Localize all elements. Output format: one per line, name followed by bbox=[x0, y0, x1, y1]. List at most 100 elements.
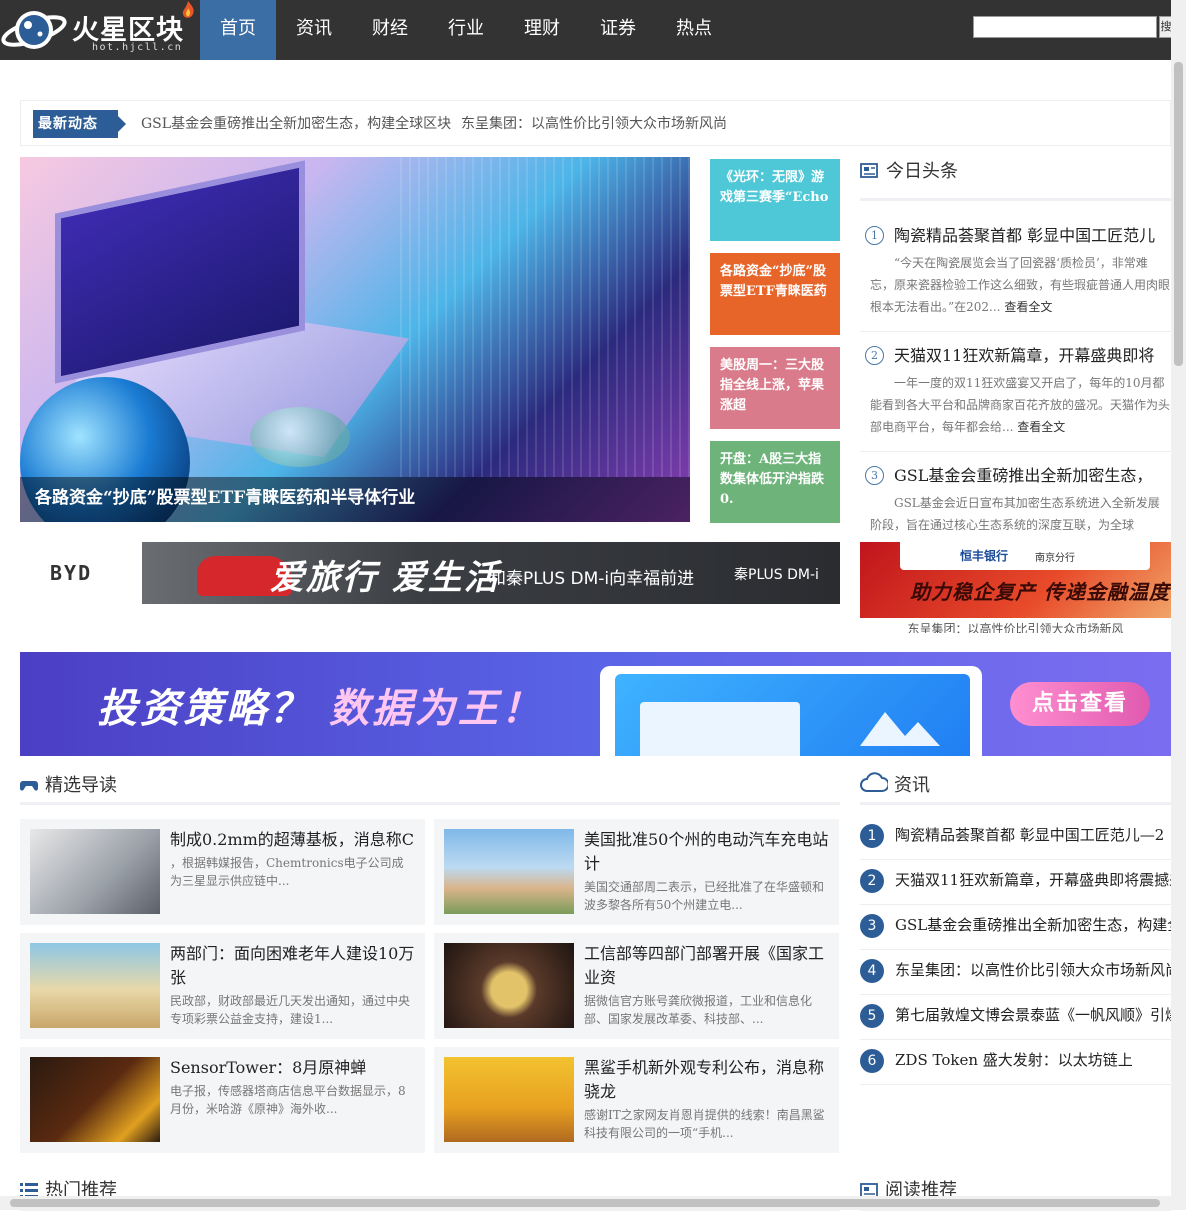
feature-tile[interactable]: 各路资金“抄底”股票型ETF青睐医药 bbox=[710, 253, 840, 335]
nav-item[interactable]: 理财 bbox=[504, 0, 580, 60]
news-title[interactable]: 陶瓷精品荟聚首都 彰显中国工匠范儿—2 bbox=[895, 824, 1164, 845]
vertical-scroll-thumb[interactable] bbox=[1174, 62, 1183, 366]
nav-item[interactable]: 证券 bbox=[580, 0, 656, 60]
ad-brand: 秦PLUS DM-i bbox=[734, 567, 819, 583]
news-list-item[interactable]: 6 ZDS Token 盛大发射：以太坊链上 bbox=[860, 1040, 1171, 1085]
card-title[interactable]: 工信部等四部门部署开展《国家工业资 bbox=[584, 942, 829, 990]
tile-title: 美股周一：三大股指全线上涨，苹果涨超 bbox=[720, 358, 825, 413]
feature-tile[interactable]: 开盘：A股三大指数集体低开沪指跌0. bbox=[710, 441, 840, 523]
today-headlines-header: 今日头条 bbox=[860, 157, 1171, 201]
main-nav: 首页 资讯 财经 行业 理财 证券 热点 bbox=[200, 0, 732, 60]
byd-ad-banner[interactable]: 爱旅行 爱生活 和秦PLUS DM-i向幸福前进 秦PLUS DM-i bbox=[142, 542, 840, 604]
bank-ad-caption[interactable]: 东呈集团：以高性价比引领大众市场新风 bbox=[860, 620, 1171, 633]
bank-branch: 南京分行 bbox=[1035, 553, 1075, 564]
bank-name: 恒丰银行 bbox=[960, 549, 1009, 563]
news-list-item[interactable]: 3 GSL基金会重磅推出全新加密生态，构建全 bbox=[860, 905, 1171, 950]
read-more-link[interactable]: 查看全文 bbox=[1017, 420, 1065, 434]
headline-number: 3 bbox=[865, 466, 884, 485]
card-thumbnail[interactable] bbox=[444, 1057, 574, 1142]
headline-title[interactable]: 陶瓷精品荟聚首都 彰显中国工匠范儿 bbox=[894, 222, 1155, 246]
card-thumbnail[interactable] bbox=[30, 943, 160, 1028]
news-list-item[interactable]: 5 第七届敦煌文博会景泰蓝《一帆风顺》引爆关 bbox=[860, 995, 1171, 1040]
feature-tile[interactable]: 《光环：无限》游戏第三赛季“Echo bbox=[710, 159, 840, 241]
ticker-label: 最新动态 bbox=[33, 110, 126, 138]
card-title[interactable]: SensorTower：8月原神蝉 bbox=[170, 1056, 415, 1080]
news-list-item[interactable]: 4 东呈集团：以高性价比引领大众市场新风尚 bbox=[860, 950, 1171, 995]
card-desc: 民政部，财政部最近几天发出通知，通过中央专项彩票公益金支持，建设1... bbox=[170, 994, 411, 1026]
nav-item[interactable]: 资讯 bbox=[276, 0, 352, 60]
card-title[interactable]: 两部门：面向困难老年人建设10万张 bbox=[170, 942, 415, 990]
newspaper-icon bbox=[860, 163, 878, 178]
feature-tile[interactable]: 美股周一：三大股指全线上涨，苹果涨超 bbox=[710, 347, 840, 429]
card-thumbnail[interactable] bbox=[30, 1057, 160, 1142]
byd-logo-icon: BYD bbox=[50, 561, 92, 585]
section-title: 资讯 bbox=[894, 775, 930, 796]
featured-card[interactable]: 黑鲨手机新外观专利公布，消息称骁龙感谢IT之家网友肖恩肖提供的线索！南昌黑鲨科技… bbox=[434, 1047, 839, 1153]
news-title[interactable]: 东呈集团：以高性价比引领大众市场新风尚 bbox=[895, 959, 1171, 980]
top-navigation-bar: 火星区块 hot.hjcll.cn 首页 资讯 财经 行业 理财 证券 热点 搜 bbox=[0, 0, 1186, 60]
card-thumbnail[interactable] bbox=[444, 943, 574, 1028]
news-list-item[interactable]: 2 天猫双11狂欢新篇章，开幕盛典即将震撼来 bbox=[860, 860, 1171, 905]
hero-image-spheres bbox=[250, 407, 350, 467]
card-title[interactable]: 黑鲨手机新外观专利公布，消息称骁龙 bbox=[584, 1056, 829, 1104]
headline-item[interactable]: 1 陶瓷精品荟聚首都 彰显中国工匠范儿 “今天在陶瓷展览会当了回瓷器‘质检员’，… bbox=[860, 222, 1171, 332]
gamepad-icon bbox=[20, 781, 38, 791]
headline-title[interactable]: 天猫双11狂欢新篇章，开幕盛典即将 bbox=[894, 342, 1154, 366]
search-input[interactable] bbox=[973, 16, 1157, 38]
featured-card[interactable]: 制成0.2mm的超薄基板，消息称C ，根据韩媒报告，Chemtronics电子公司… bbox=[20, 819, 425, 925]
news-title[interactable]: GSL基金会重磅推出全新加密生态，构建全 bbox=[895, 914, 1171, 935]
news-title[interactable]: ZDS Token 盛大发射：以太坊链上 bbox=[895, 1049, 1133, 1070]
site-logo[interactable]: 火星区块 hot.hjcll.cn bbox=[0, 0, 200, 60]
headline-desc: 一年一度的双11狂欢盛宴又开启了，每年的10月都能看到各大平台和品牌商家百花齐放… bbox=[870, 376, 1171, 434]
headline-item[interactable]: 3 GSL基金会重磅推出全新加密生态， GSL基金会近日宣布其加密生态系统进入全… bbox=[860, 462, 1171, 540]
nav-item[interactable]: 行业 bbox=[428, 0, 504, 60]
featured-header: 精选导读 bbox=[20, 769, 840, 805]
bank-ad-banner[interactable]: 恒丰银行 南京分行 助力稳企复产 传递金融温度 bbox=[860, 542, 1171, 618]
nav-item[interactable]: 热点 bbox=[656, 0, 732, 60]
headline-desc: “今天在陶瓷展览会当了回瓷器‘质检员’，非常难忘，原来瓷器检验工作这么细致，有些… bbox=[870, 256, 1171, 314]
ticker-item[interactable]: GSL基金会重磅推出全新加密生态，构建全球区块 bbox=[141, 113, 451, 133]
news-number: 3 bbox=[860, 914, 884, 938]
news-number: 5 bbox=[860, 1004, 884, 1028]
news-list-item[interactable]: 1 陶瓷精品荟聚首都 彰显中国工匠范儿—2 bbox=[860, 815, 1171, 860]
tile-title: 《光环：无限》游戏第三赛季“Echo bbox=[720, 170, 829, 205]
card-desc: 感谢IT之家网友肖恩肖提供的线索！南昌黑鲨科技有限公司的一项“手机... bbox=[584, 1108, 825, 1140]
nav-item[interactable]: 首页 bbox=[200, 0, 276, 60]
card-desc: 美国交通部周二表示，已经批准了在华盛顿和波多黎各所有50个州建立电... bbox=[584, 880, 825, 912]
featured-card[interactable]: 美国批准50个州的电动汽车充电站计美国交通部周二表示，已经批准了在华盛顿和波多黎… bbox=[434, 819, 839, 925]
card-desc: 电子报，传感器塔商店信息平台数据显示，8月份，米哈游《原神》海外收... bbox=[170, 1084, 406, 1116]
headline-desc: GSL基金会近日宣布其加密生态系统进入全新发展阶段，旨在通过核心生态系统的深度互… bbox=[870, 496, 1160, 532]
headline-item[interactable]: 2 天猫双11狂欢新篇章，开幕盛典即将 一年一度的双11狂欢盛宴又开启了，每年的… bbox=[860, 342, 1171, 452]
featured-card[interactable]: 工信部等四部门部署开展《国家工业资据微信官方账号龚欣微报道，工业和信息化部、国家… bbox=[434, 933, 839, 1039]
invest-ad-banner[interactable]: 投资策略？ 数据为王！ 点击查看 bbox=[20, 652, 1171, 756]
ad-slogan: 爱旅行 爱生活 bbox=[270, 558, 500, 598]
hero-slide[interactable]: 各路资金“抄底”股票型ETF青睐医药和半导体行业 bbox=[20, 157, 690, 522]
card-title[interactable]: 制成0.2mm的超薄基板，消息称C bbox=[170, 828, 415, 852]
cloud-icon bbox=[860, 772, 888, 792]
read-more-link[interactable]: 查看全文 bbox=[1004, 300, 1052, 314]
bank-slogan: 助力稳企复产 传递金融温度 bbox=[910, 580, 1170, 604]
byd-logo-text: BYD bbox=[50, 561, 92, 585]
ticker-item[interactable]: 东呈集团：以高性价比引领大众市场新风尚 bbox=[461, 113, 727, 133]
news-number: 1 bbox=[860, 824, 884, 848]
news-title[interactable]: 天猫双11狂欢新篇章，开幕盛典即将震撼来 bbox=[895, 869, 1171, 890]
byd-logo[interactable]: BYD bbox=[20, 542, 140, 604]
headline-title[interactable]: GSL基金会重磅推出全新加密生态， bbox=[894, 462, 1152, 486]
card-desc: 据微信官方账号龚欣微报道，工业和信息化部、国家发展改革委、科技部、... bbox=[584, 994, 813, 1026]
ad-headline: 投资策略？ 数据为王！ bbox=[97, 686, 544, 732]
card-thumbnail[interactable] bbox=[444, 829, 574, 914]
headline-number: 1 bbox=[865, 226, 884, 245]
logo-domain: hot.hjcll.cn bbox=[92, 42, 183, 53]
news-number: 4 bbox=[860, 959, 884, 983]
news-number: 6 bbox=[860, 1049, 884, 1073]
horizontal-scroll-thumb[interactable] bbox=[10, 1199, 1160, 1207]
ad-subline: 和秦PLUS DM-i向幸福前进 bbox=[489, 569, 695, 589]
view-button[interactable]: 点击查看 bbox=[1010, 682, 1150, 726]
news-title[interactable]: 第七届敦煌文博会景泰蓝《一帆风顺》引爆关 bbox=[895, 1004, 1171, 1025]
featured-card[interactable]: SensorTower：8月原神蝉电子报，传感器塔商店信息平台数据显示，8月份，… bbox=[20, 1047, 425, 1153]
card-title[interactable]: 美国批准50个州的电动汽车充电站计 bbox=[584, 828, 829, 876]
card-thumbnail[interactable] bbox=[30, 829, 160, 914]
headline-number: 2 bbox=[865, 346, 884, 365]
nav-item[interactable]: 财经 bbox=[352, 0, 428, 60]
featured-card[interactable]: 两部门：面向困难老年人建设10万张民政部，财政部最近几天发出通知，通过中央专项彩… bbox=[20, 933, 425, 1039]
